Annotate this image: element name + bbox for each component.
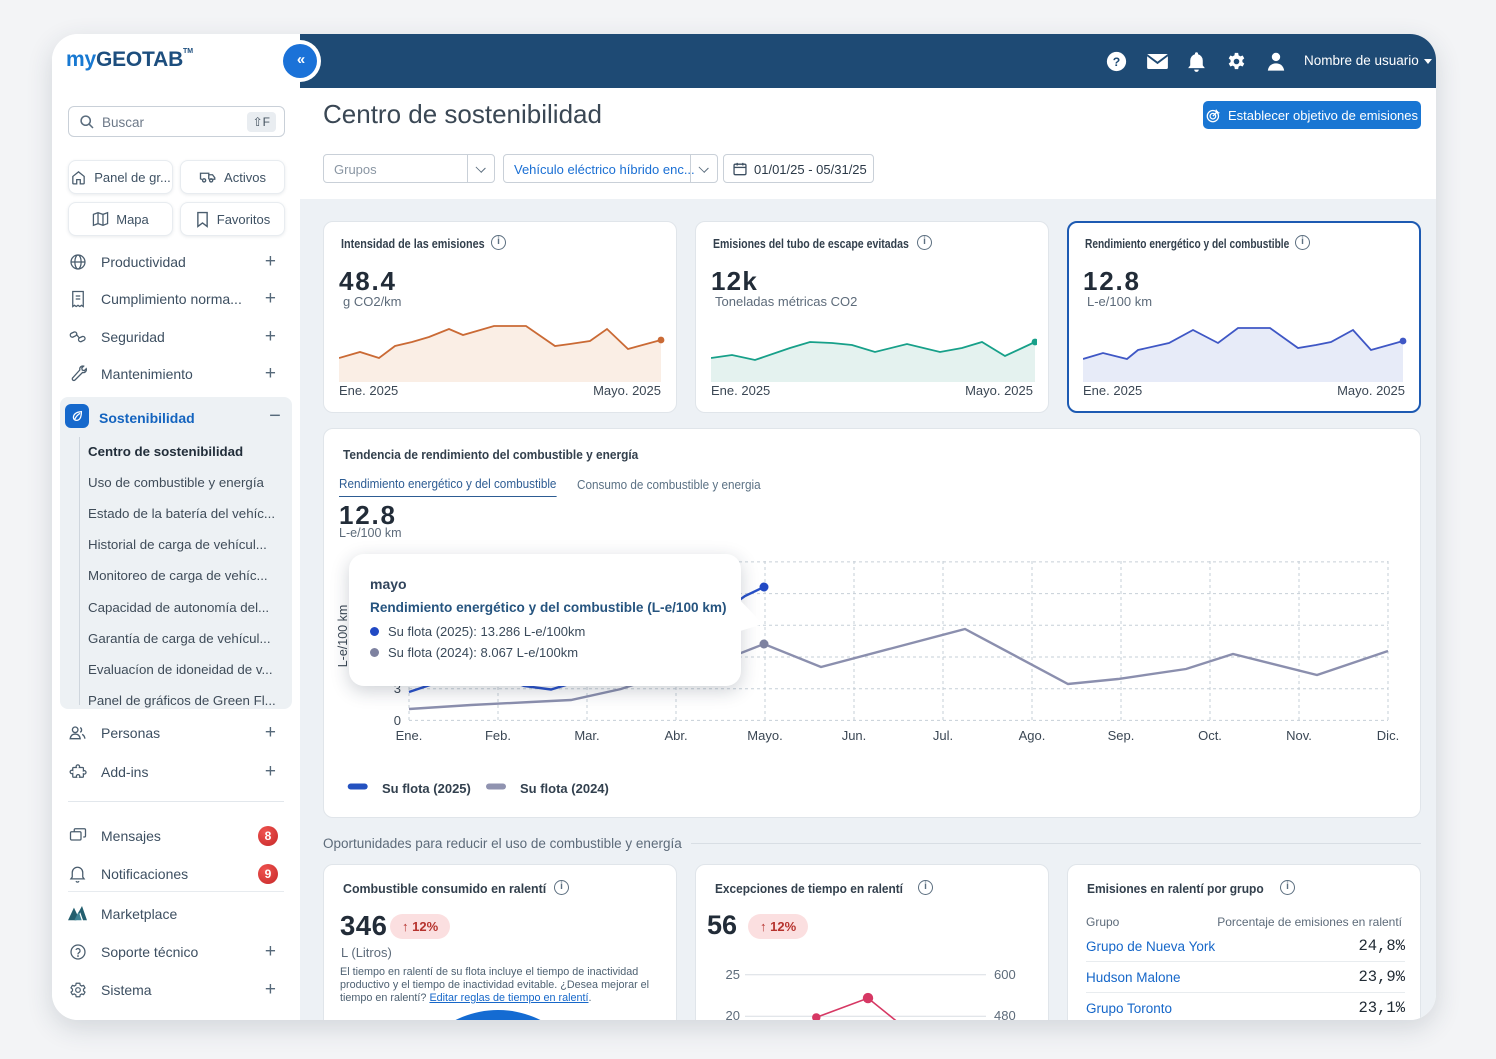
svg-text:Sep.: Sep. <box>1108 728 1135 743</box>
svg-text:Ene.: Ene. <box>396 728 423 743</box>
svg-text:Feb.: Feb. <box>485 728 511 743</box>
svg-text:Su flota (2025): Su flota (2025) <box>382 781 471 796</box>
svg-text:Dic.: Dic. <box>1377 728 1399 743</box>
svg-text:20: 20 <box>726 1008 740 1020</box>
svg-text:Jul.: Jul. <box>933 728 953 743</box>
svg-text:Mayo.: Mayo. <box>747 728 782 743</box>
svg-text:L-e/100 km: L-e/100 km <box>336 605 350 668</box>
svg-text:480: 480 <box>994 1008 1016 1020</box>
svg-text:0: 0 <box>394 713 401 728</box>
svg-text:Jun.: Jun. <box>842 728 867 743</box>
svg-text:Mar.: Mar. <box>574 728 599 743</box>
svg-text:Oct.: Oct. <box>1198 728 1222 743</box>
svg-text:Abr.: Abr. <box>664 728 687 743</box>
svg-text:Nov.: Nov. <box>1286 728 1312 743</box>
svg-text:600: 600 <box>994 967 1016 982</box>
svg-text:25: 25 <box>726 967 740 982</box>
svg-text:?: ? <box>1113 55 1120 69</box>
svg-text:Su flota (2024): Su flota (2024) <box>520 781 609 796</box>
svg-text:Ago.: Ago. <box>1019 728 1046 743</box>
